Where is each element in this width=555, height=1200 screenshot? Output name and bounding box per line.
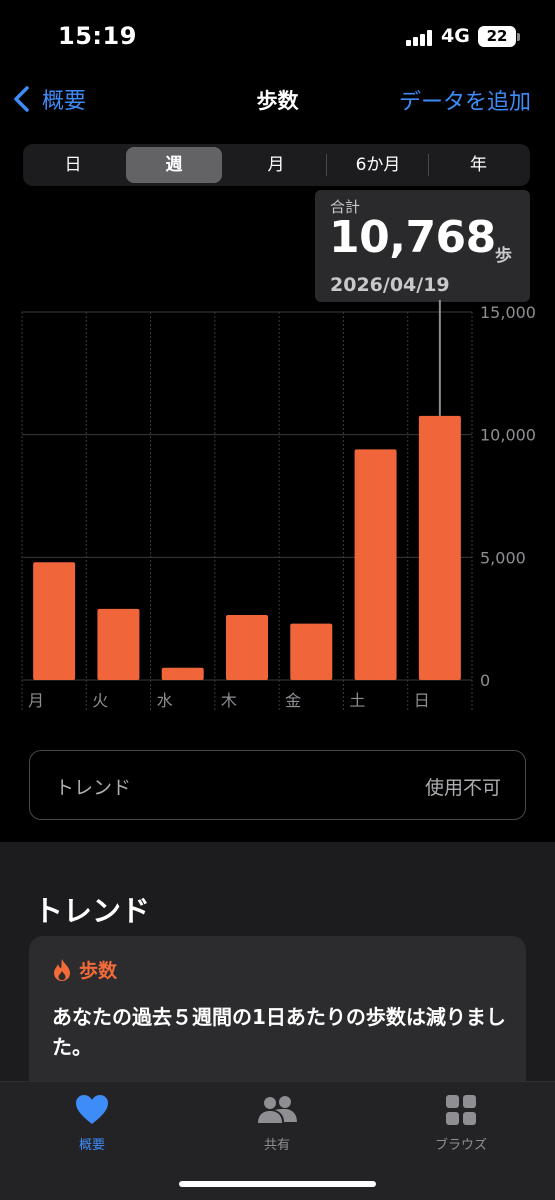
segment-divider — [326, 154, 327, 176]
cellular-signal-icon — [406, 30, 434, 46]
y-tick-label: 10,000 — [480, 426, 536, 445]
tab-browse[interactable]: ブラウズ — [401, 1092, 521, 1153]
segment-week[interactable]: 週 — [126, 147, 222, 183]
x-tick-label: 日 — [414, 691, 430, 710]
flame-icon — [54, 958, 70, 981]
battery-icon: 22 — [478, 26, 516, 47]
bar-土 — [354, 449, 397, 680]
trend-row[interactable]: トレンド 使用不可 — [29, 750, 526, 820]
trend-card-text: あなたの過去５週間の1日あたりの歩数は減りました。 — [52, 1005, 506, 1059]
x-tick-label: 土 — [349, 691, 365, 710]
segment-year[interactable]: 年 — [430, 147, 527, 183]
add-data-button[interactable]: データを追加 — [399, 84, 531, 116]
grid-icon — [446, 1095, 476, 1125]
x-tick-label: 金 — [285, 691, 301, 710]
tooltip-value: 10,768 — [329, 212, 496, 263]
x-tick-label: 水 — [157, 691, 173, 710]
y-tick-label: 0 — [480, 671, 490, 690]
time-range-segmented-control: 日 週 月 6か月 年 — [23, 144, 530, 186]
people-icon — [258, 1096, 297, 1123]
trends-section-title: トレンド — [34, 894, 151, 928]
trend-card-header: 歩数 — [51, 956, 117, 983]
tab-sharing-label: 共有 — [263, 1138, 290, 1153]
tab-summary[interactable]: 概要 — [32, 1092, 152, 1153]
status-time: 15:19 — [58, 22, 137, 50]
segment-6-months[interactable]: 6か月 — [328, 147, 428, 183]
trend-row-label: トレンド — [55, 777, 132, 799]
y-tick-label: 15,000 — [480, 303, 536, 322]
trend-row-value: 使用不可 — [424, 777, 501, 799]
tooltip-unit: 歩 — [495, 246, 512, 266]
x-tick-label: 月 — [28, 691, 44, 710]
steps-bar-chart[interactable]: 0 5,000 10,000 15,000 月 火 水 木 金 土 日 — [0, 300, 555, 720]
tooltip-date: 2026/04/19 — [330, 274, 450, 296]
battery-tip — [517, 33, 520, 41]
bar-木 — [226, 614, 268, 680]
status-bar: 15:19 4G 22 — [0, 0, 555, 75]
segment-month[interactable]: 月 — [228, 147, 324, 183]
bar-月 — [33, 562, 76, 680]
x-tick-label: 火 — [92, 691, 108, 710]
home-indicator — [179, 1181, 376, 1187]
bar-水 — [161, 667, 204, 680]
navigation-bar: 概要 歩数 データを追加 — [0, 75, 555, 125]
tab-browse-label: ブラウズ — [434, 1138, 487, 1153]
segment-day[interactable]: 日 — [26, 147, 120, 183]
heart-icon — [76, 1095, 108, 1124]
x-tick-label: 木 — [221, 691, 237, 710]
selected-value-tooltip: 合計 10,768 歩 2026/04/19 — [315, 190, 530, 302]
trend-card-title: 歩数 — [79, 960, 118, 982]
network-type: 4G — [441, 25, 470, 47]
segment-divider — [428, 154, 429, 176]
tab-sharing[interactable]: 共有 — [217, 1092, 337, 1153]
y-tick-label: 5,000 — [480, 548, 526, 567]
bar-火 — [97, 608, 140, 680]
tab-summary-label: 概要 — [78, 1138, 105, 1153]
bar-金 — [290, 623, 333, 680]
trend-card[interactable]: 歩数 あなたの過去５週間の1日あたりの歩数は減りました。 — [29, 936, 526, 1096]
bar-日 — [418, 415, 461, 680]
